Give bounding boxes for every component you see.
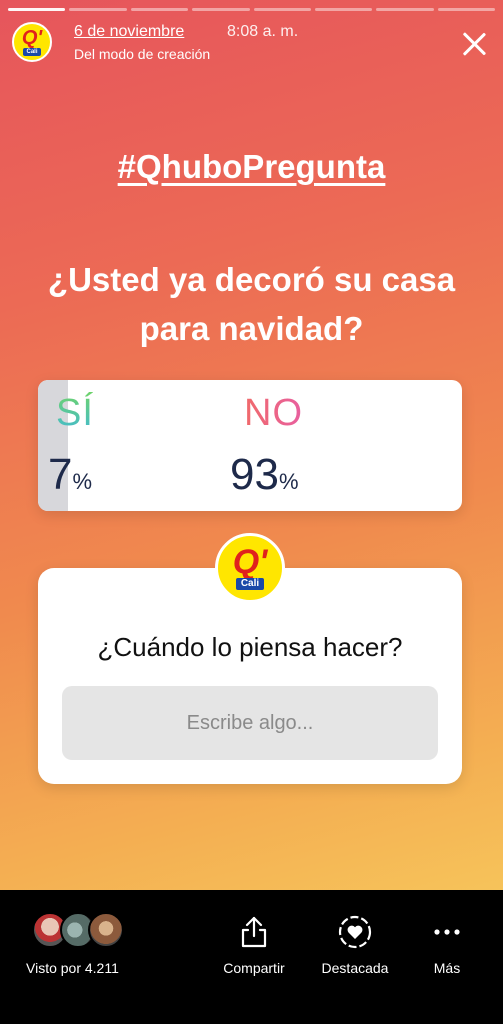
progress-segment: [314, 8, 373, 11]
more-button[interactable]: Más: [402, 912, 492, 976]
poll-sticker[interactable]: SÍ NO 7% 93%: [38, 380, 462, 511]
share-icon: [209, 912, 299, 952]
percent-symbol: %: [72, 469, 93, 494]
poll-option-yes-label[interactable]: SÍ: [56, 392, 94, 435]
percent-number: 7: [48, 450, 73, 499]
viewer-avatar: [88, 912, 124, 948]
viewer-avatars[interactable]: [32, 912, 132, 952]
story-progress-bar: [8, 8, 495, 11]
progress-segment: [376, 8, 434, 11]
percent-symbol: %: [278, 469, 299, 494]
answer-input[interactable]: Escribe algo...: [62, 686, 438, 760]
story-date-link[interactable]: 6 de noviembre: [74, 23, 184, 41]
story-source-subtitle: Del modo de creación: [74, 46, 211, 62]
question-sticker-prompt: ¿Cuándo lo piensa hacer?: [97, 632, 403, 662]
logo-q-mark: Q': [232, 542, 268, 581]
share-button[interactable]: Compartir: [209, 912, 299, 976]
close-icon[interactable]: [461, 30, 489, 58]
seen-by-count[interactable]: Visto por 4.211: [26, 960, 119, 976]
progress-segment: [130, 8, 189, 11]
account-avatar[interactable]: Q' Cali: [12, 22, 52, 62]
share-label: Compartir: [223, 960, 285, 976]
poll-option-yes-percent: 7%: [48, 450, 92, 500]
poll-option-no-percent: 93%: [230, 450, 299, 500]
more-dots-icon: [402, 912, 492, 952]
progress-segment: [8, 8, 66, 11]
story-question-title: ¿Usted ya decoró su casa para navidad?: [47, 261, 456, 347]
story-bottom-bar: Visto por 4.211 Compartir Destacada Más: [0, 890, 503, 1024]
progress-segment: [253, 8, 311, 11]
story-canvas[interactable]: Q' Cali 6 de noviembre 8:08 a. m. Del mo…: [0, 0, 503, 890]
logo-q-mark: Q': [21, 26, 43, 49]
story-time: 8:08 a. m.: [227, 23, 299, 40]
progress-segment: [192, 8, 250, 11]
percent-number: 93: [230, 450, 279, 499]
highlight-label: Destacada: [321, 960, 389, 976]
logo-sub-label: Cali: [235, 577, 265, 590]
highlight-heart-icon: [310, 912, 400, 952]
progress-segment: [69, 8, 127, 11]
question-sticker-avatar: Q' Cali: [215, 533, 285, 603]
story-hashtag[interactable]: #QhuboPregunta: [0, 148, 503, 186]
progress-segment: [437, 8, 495, 11]
highlight-button[interactable]: Destacada: [310, 912, 400, 976]
poll-option-no-label[interactable]: NO: [244, 392, 303, 435]
more-label: Más: [433, 960, 461, 976]
logo-sub-label: Cali: [23, 47, 41, 56]
